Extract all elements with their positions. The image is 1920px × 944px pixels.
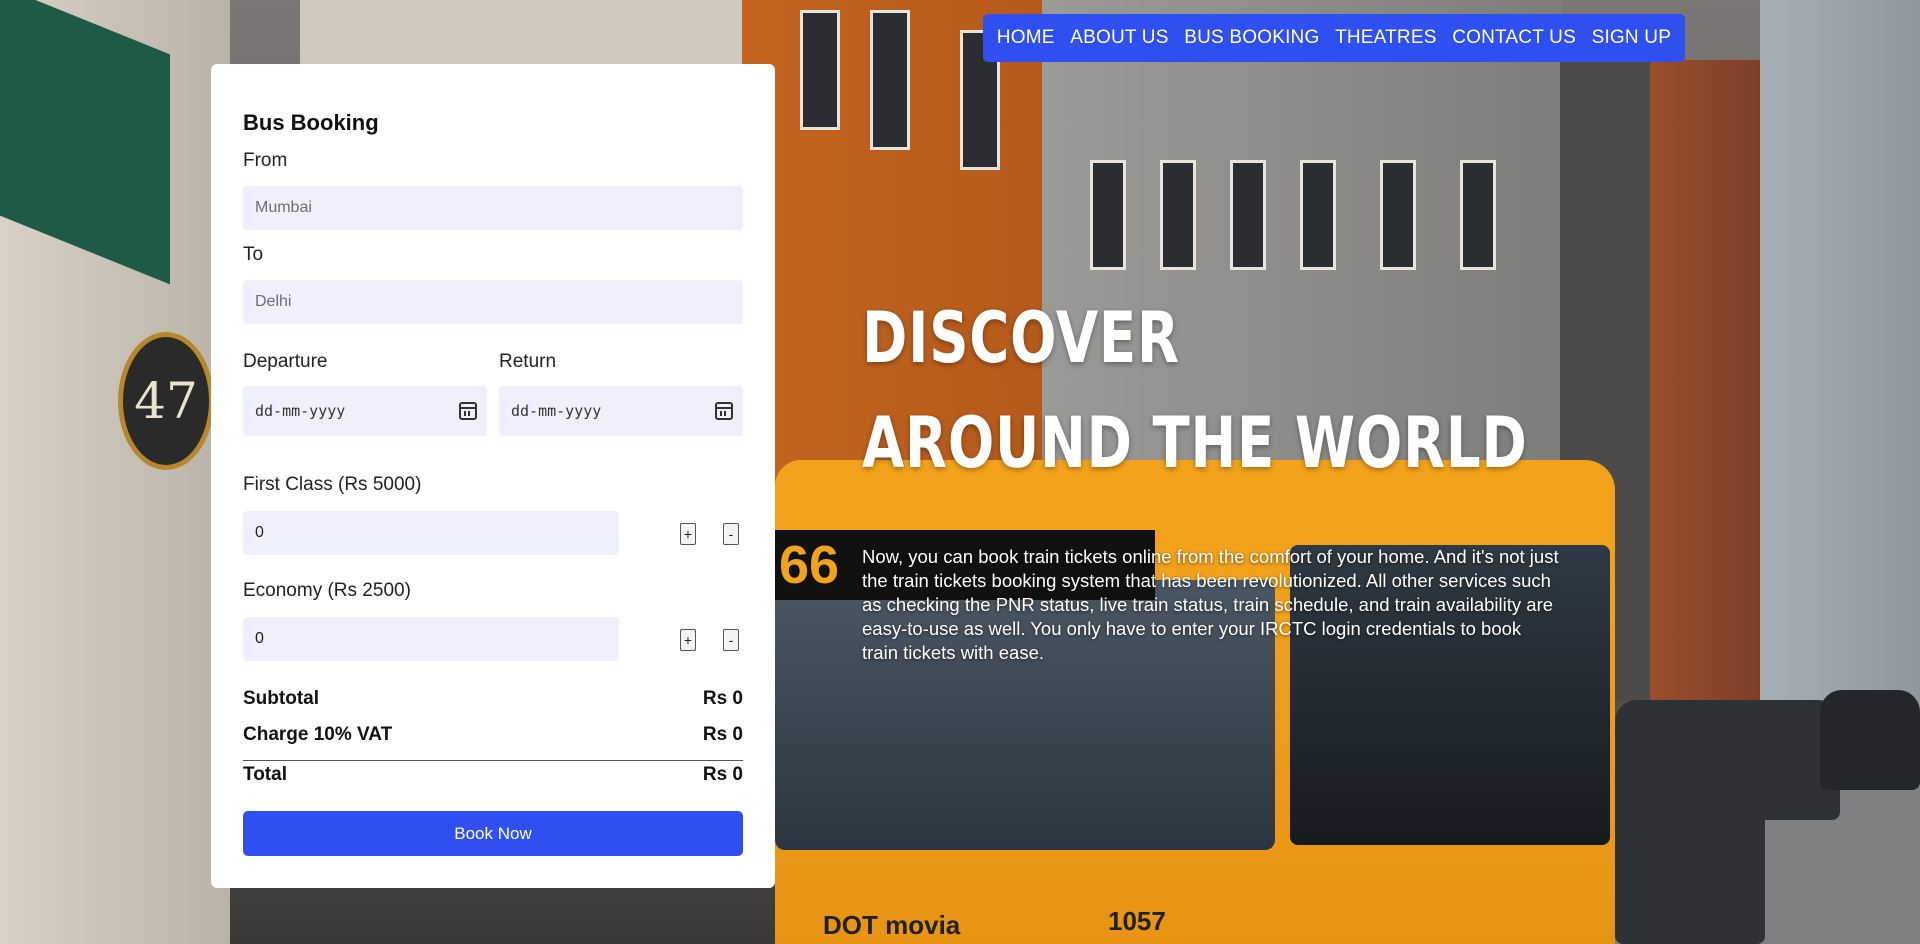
vat-label: Charge 10% VAT [243,724,393,745]
vat-row: Charge 10% VAT Rs 0 [243,724,743,746]
first-class-quantity-input[interactable]: 0 [243,511,619,555]
subtotal-row: Subtotal Rs 0 [243,688,743,710]
booking-card: Bus Booking From Mumbai To Delhi Departu… [211,64,775,888]
bus-sign-text: 66 [779,535,840,595]
to-input[interactable]: Delhi [243,280,743,324]
booking-title: Bus Booking [243,110,379,135]
economy-quantity-input[interactable]: 0 [243,617,619,661]
economy-plus-button[interactable]: + [680,629,696,651]
total-divider [243,760,743,761]
economy-label: Economy (Rs 2500) [243,580,411,601]
nav-bus-booking[interactable]: BUS BOOKING [1184,27,1319,49]
first-class-plus-button[interactable]: + [680,523,696,545]
bus-number: 1057 [1108,906,1166,936]
hero-title-line1: DISCOVER [862,297,1180,379]
upper-building [300,0,760,70]
hero-title-line2: AROUND THE WORLD [862,402,1528,484]
departure-date-input[interactable]: dd-mm-yyyy [243,386,487,436]
house-number-text: 47 [134,372,198,430]
total-value: Rs 0 [702,764,743,785]
parked-car [1820,690,1920,790]
economy-minus-button[interactable]: - [723,629,739,651]
vat-value: Rs 0 [702,724,743,745]
subtotal-label: Subtotal [243,688,319,709]
blue-building [1760,0,1920,720]
window [1160,160,1196,270]
return-date-value: dd-mm-yyyy [511,402,602,420]
window [1380,160,1416,270]
main-nav: HOME ABOUT US BUS BOOKING THEATRES CONTA… [983,14,1685,62]
first-class-minus-button[interactable]: - [723,523,739,545]
nav-home[interactable]: HOME [997,27,1055,49]
return-label: Return [499,351,557,372]
window [1090,160,1126,270]
calendar-icon[interactable] [715,402,733,420]
total-row: Total Rs 0 [243,764,743,786]
nav-about-us[interactable]: ABOUT US [1070,27,1168,49]
to-label: To [243,244,264,265]
window [1300,160,1336,270]
bus-brand: DOT movia [823,910,961,940]
return-date-input[interactable]: dd-mm-yyyy [499,386,743,436]
first-class-label: First Class (Rs 5000) [243,474,422,495]
window [800,10,840,130]
total-label: Total [243,764,287,785]
nav-theatres[interactable]: THEATRES [1335,27,1437,49]
book-now-button[interactable]: Book Now [243,811,743,856]
calendar-icon[interactable] [459,402,477,420]
window [1230,160,1266,270]
subtotal-value: Rs 0 [702,688,743,709]
house-number-sign: 47 [118,332,214,470]
hero-description: Now, you can book train tickets online f… [862,546,1559,663]
from-label: From [243,150,288,171]
nav-contact-us[interactable]: CONTACT US [1452,27,1576,49]
nav-sign-up[interactable]: SIGN UP [1592,27,1672,49]
window [1460,160,1496,270]
window [870,10,910,150]
from-input[interactable]: Mumbai [243,186,743,230]
red-building [1650,60,1760,700]
departure-label: Departure [243,351,328,372]
departure-date-value: dd-mm-yyyy [255,402,346,420]
